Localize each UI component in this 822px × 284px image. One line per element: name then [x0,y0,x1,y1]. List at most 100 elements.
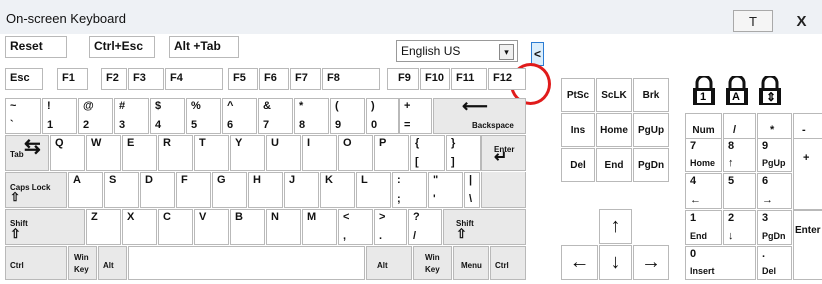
key-home[interactable]: Home [596,113,632,147]
key-f12[interactable]: F12 [488,68,526,90]
key-n[interactable]: N [266,209,301,245]
key-v[interactable]: V [194,209,229,245]
key-f7[interactable]: F7 [290,68,321,90]
language-select[interactable]: English US ▾ [396,40,518,62]
key-c[interactable]: C [158,209,193,245]
key-num-7[interactable]: & 7 [258,98,293,134]
key-numpad-5[interactable]: 5 [723,173,756,209]
key-punct-r4-7[interactable]: <, [338,209,373,245]
key-win-left[interactable]: Win Key [68,246,97,280]
key-k[interactable]: K [320,172,355,208]
key-num-3[interactable]: #3 [114,98,149,134]
key-ctrl-right[interactable]: Ctrl [490,246,526,280]
key-punct-10[interactable]: " ' [428,172,463,208]
key-r[interactable]: R [158,135,193,171]
key-enter[interactable]: Enter ↵ [481,135,526,171]
key-equals[interactable]: + = [399,98,432,134]
key-numpad-1[interactable]: 1 End [685,210,722,245]
key-numpad-3[interactable]: 3 PgDn [757,210,792,245]
key-num-1[interactable]: ! 1 [42,98,77,134]
key-num-9[interactable]: (9 [330,98,365,134]
key-f3[interactable]: F3 [128,68,164,90]
pin-button[interactable]: T [733,10,773,32]
key-end[interactable]: End [596,148,632,182]
ctrl-esc-button[interactable]: Ctrl+Esc [89,36,155,58]
key-h[interactable]: H [248,172,283,208]
key-numpad-0[interactable]: 0 Insert [685,246,756,280]
key-b[interactable]: B [230,209,265,245]
key-f4[interactable]: F4 [165,68,223,90]
key-o[interactable]: O [338,135,373,171]
alt-tab-button[interactable]: Alt +Tab [169,36,239,58]
key-space[interactable] [128,246,365,280]
key-p[interactable]: P [374,135,409,171]
key-w[interactable]: W [86,135,121,171]
key-backspace[interactable]: ⟵ Backspace [433,98,526,134]
key-tab[interactable]: Tab ⇆ [5,135,49,171]
reset-button[interactable]: Reset [5,36,67,58]
key-page-up[interactable]: PgUp [633,113,669,147]
key-d[interactable]: D [140,172,175,208]
key-f6[interactable]: F6 [259,68,289,90]
key-arrow-right[interactable]: → [633,245,669,280]
key-num-0[interactable]: ~ ` [5,98,41,134]
key-f1[interactable]: F1 [57,68,88,90]
key-x[interactable]: X [122,209,157,245]
key-f5[interactable]: F5 [228,68,258,90]
key-numpad-add[interactable]: + [793,138,822,210]
key-u[interactable]: U [266,135,301,171]
key-numpad-7[interactable]: 7 Home [685,138,722,172]
key-i[interactable]: I [302,135,337,171]
key-arrow-up[interactable]: ↑ [599,209,632,244]
key-num-2[interactable]: @2 [78,98,113,134]
key-g[interactable]: G [212,172,247,208]
key-insert[interactable]: Ins [561,113,595,147]
key-f11[interactable]: F11 [451,68,487,90]
key-menu[interactable]: Menu [453,246,489,280]
close-button[interactable]: X [785,10,818,32]
key-print-screen[interactable]: PtSc [561,78,595,112]
key-numpad-enter[interactable]: Enter [793,210,822,280]
key-m[interactable]: M [302,209,337,245]
key-y[interactable]: Y [230,135,265,171]
key-shift-right[interactable]: Shift ⇧ [443,209,526,245]
key-break[interactable]: Brk [633,78,669,112]
key-punct-r4-9[interactable]: ? / [408,209,442,245]
key-arrow-left[interactable]: ← [561,245,598,280]
key-t[interactable]: T [194,135,229,171]
key-shift-left[interactable]: Shift ⇧ [5,209,85,245]
key-alt-left[interactable]: Alt [98,246,127,280]
key-num-8[interactable]: * 8 [294,98,329,134]
chevron-down-icon[interactable]: ▾ [499,44,514,60]
key-win-right[interactable]: Win Key [413,246,452,280]
key-f10[interactable]: F10 [420,68,450,90]
key-z[interactable]: Z [86,209,121,245]
key-numpad-4[interactable]: 4 ← [685,173,722,209]
key-l[interactable]: L [356,172,391,208]
key-numpad-8[interactable]: 8 ↑ [723,138,756,172]
key-numpad-6[interactable]: 6 → [757,173,792,209]
key-punct-9[interactable]: :; [392,172,427,208]
key-num-4[interactable]: $4 [150,98,185,134]
key-numpad-decimal[interactable]: . Del [757,246,792,280]
key-a[interactable]: A [68,172,103,208]
key-arrow-down[interactable]: ↓ [599,245,632,280]
key-j[interactable]: J [284,172,319,208]
key-num-6[interactable]: ^ 6 [222,98,257,134]
key-punct-11[interactable]: | \ [464,172,480,208]
key-esc[interactable]: Esc [5,68,43,90]
key-numpad-2[interactable]: 2 ↓ [723,210,756,245]
key-bracket-11[interactable]: }] [446,135,481,171]
key-q[interactable]: Q [50,135,85,171]
key-f2[interactable]: F2 [101,68,127,90]
key-punct-r4-8[interactable]: >. [374,209,407,245]
key-enter-lower[interactable] [481,172,526,208]
key-e[interactable]: E [122,135,157,171]
key-f[interactable]: F [176,172,211,208]
key-s[interactable]: S [104,172,139,208]
key-bracket-10[interactable]: {[ [410,135,445,171]
key-caps-lock[interactable]: Caps Lock ⇧ [5,172,67,208]
key-f9[interactable]: F9 [387,68,419,90]
key-num-5[interactable]: % 5 [186,98,221,134]
key-delete[interactable]: Del [561,148,595,182]
